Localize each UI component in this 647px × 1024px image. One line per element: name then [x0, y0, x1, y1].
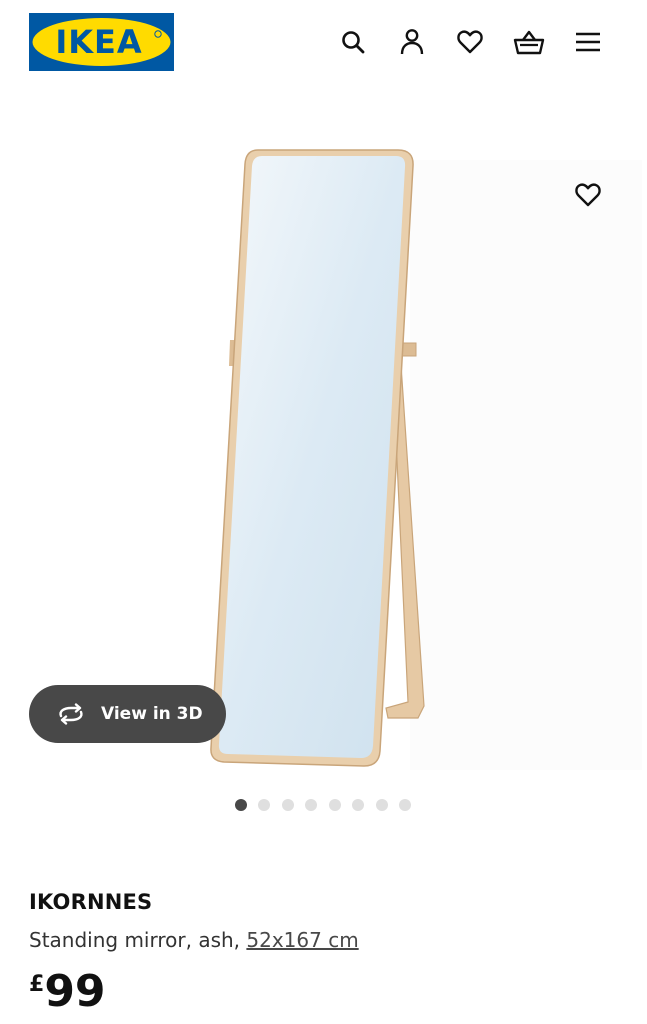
pagination-dot-8[interactable]	[399, 799, 411, 811]
header-icons	[0, 22, 647, 62]
view-in-3d-label: View in 3D	[101, 704, 203, 724]
product-price: £99	[29, 970, 106, 1014]
search-icon[interactable]	[333, 22, 373, 62]
account-icon[interactable]	[392, 22, 432, 62]
menu-icon[interactable]	[568, 22, 608, 62]
product-gallery[interactable]: View in 3D	[0, 118, 647, 790]
header: IKEA	[0, 0, 647, 84]
product-description: Standing mirror, ash, 52x167 cm	[29, 928, 359, 952]
price-value: 99	[44, 966, 106, 1017]
pagination-dot-4[interactable]	[305, 799, 317, 811]
gallery-pagination	[0, 798, 647, 812]
pagination-dot-2[interactable]	[258, 799, 270, 811]
wishlist-heart-icon[interactable]	[450, 22, 490, 62]
basket-icon[interactable]	[509, 22, 549, 62]
pagination-dot-5[interactable]	[329, 799, 341, 811]
pagination-dot-7[interactable]	[376, 799, 388, 811]
product-name: IKORNNES	[29, 890, 153, 914]
save-to-list-heart-icon[interactable]	[566, 173, 610, 217]
product-info: IKORNNES Standing mirror, ash, 52x167 cm…	[29, 890, 619, 1014]
product-measurement-link[interactable]: 52x167 cm	[246, 928, 358, 952]
pagination-dot-1[interactable]	[235, 799, 247, 811]
rotate-3d-icon	[55, 703, 87, 725]
pagination-dot-3[interactable]	[282, 799, 294, 811]
view-in-3d-button[interactable]: View in 3D	[29, 685, 226, 743]
price-currency: £	[29, 972, 45, 997]
product-type: Standing mirror, ash,	[29, 928, 241, 952]
pagination-dot-6[interactable]	[352, 799, 364, 811]
